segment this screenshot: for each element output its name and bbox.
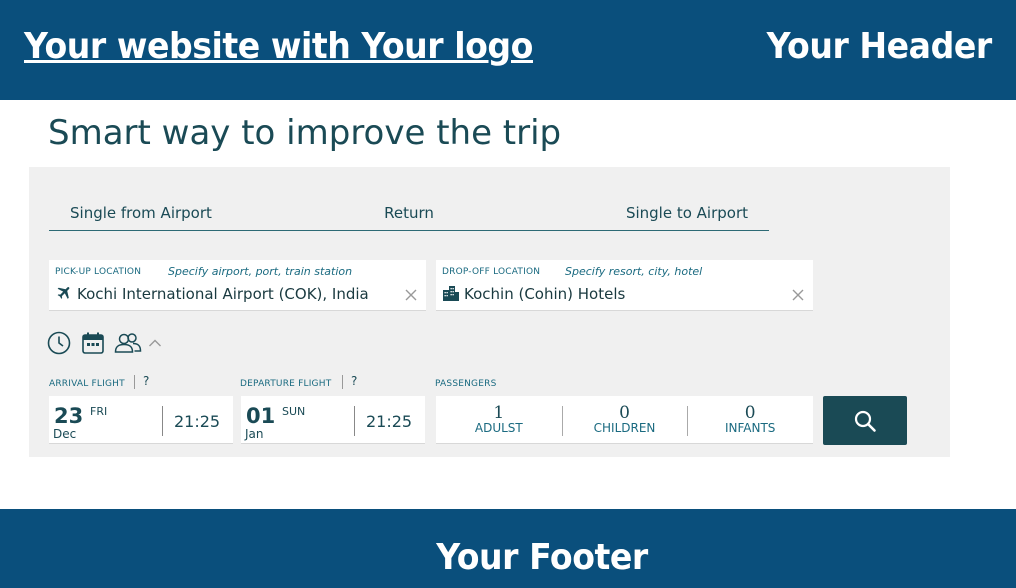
arrival-flight-label: ARRIVAL FLIGHT	[49, 379, 125, 389]
search-button[interactable]	[823, 396, 907, 445]
dropoff-label: DROP-OFF LOCATION	[442, 267, 541, 277]
footer-label: Your Footer	[436, 537, 648, 578]
pickup-clear-icon[interactable]	[404, 288, 418, 302]
tab-return[interactable]: Return	[296, 201, 522, 230]
departure-day: 01	[246, 404, 276, 428]
infants-selector[interactable]: 0 INFANTS	[687, 396, 813, 443]
plane-icon	[57, 287, 70, 299]
trip-type-tabs: Single from Airport Return Single to Air…	[49, 201, 769, 231]
tab-single-from-airport[interactable]: Single from Airport	[49, 201, 296, 230]
tab-single-to-airport[interactable]: Single to Airport	[522, 201, 769, 230]
arrival-date-field[interactable]: 23 FRI Dec 21:25	[49, 396, 233, 444]
hotel-icon	[443, 286, 459, 301]
dropoff-hint: Specify resort, city, hotel	[565, 265, 703, 278]
chevron-up-icon[interactable]	[148, 338, 162, 348]
infants-label: INFANTS	[724, 421, 776, 435]
departure-flight-label: DEPARTURE FLIGHT	[240, 379, 332, 389]
search-icon	[854, 410, 876, 432]
site-footer: Your Footer	[0, 509, 1016, 588]
pickup-location-field[interactable]: PICK-UP LOCATION Specify airport, port, …	[49, 260, 426, 311]
arrival-weekday: FRI	[90, 405, 108, 418]
pickup-value[interactable]: Kochi International Airport (COK), India	[77, 285, 369, 303]
pickup-hint: Specify airport, port, train station	[168, 265, 353, 278]
dropoff-location-field[interactable]: DROP-OFF LOCATION Specify resort, city, …	[436, 260, 813, 311]
passengers-icon[interactable]	[114, 331, 142, 355]
departure-date-field[interactable]: 01 SUN Jan 21:25	[241, 396, 425, 444]
header-label: Your Header	[766, 26, 993, 67]
departure-weekday: SUN	[282, 405, 306, 418]
children-selector[interactable]: 0 CHILDREN	[561, 396, 688, 443]
children-label: CHILDREN	[593, 421, 656, 435]
arrival-time[interactable]: 21:25	[174, 412, 220, 431]
adults-selector[interactable]: 1 ADULST	[436, 396, 562, 443]
site-logo-link[interactable]: Your website with Your logo	[24, 26, 533, 67]
page-title: Smart way to improve the trip	[48, 113, 562, 153]
arrival-day: 23	[54, 404, 84, 428]
passengers-field: 1 ADULST 0 CHILDREN 0 INFANTS	[436, 396, 813, 444]
infants-count: 0	[744, 403, 756, 423]
departure-time[interactable]: 21:25	[366, 412, 412, 431]
pickup-label: PICK-UP LOCATION	[55, 267, 142, 277]
dropoff-clear-icon[interactable]	[791, 288, 805, 302]
arrival-month: Dec	[53, 427, 77, 441]
departure-divider	[354, 406, 355, 436]
children-count: 0	[619, 403, 630, 423]
dropoff-value[interactable]: Kochin (Cohin) Hotels	[464, 285, 625, 303]
adults-label: ADULST	[474, 421, 523, 435]
departure-help-button[interactable]: ?	[351, 374, 357, 388]
clock-icon[interactable]	[47, 331, 71, 355]
calendar-icon[interactable]	[81, 331, 105, 355]
arrival-help-button[interactable]: ?	[143, 374, 149, 388]
site-header: Your website with Your logo Your Header	[0, 0, 1016, 100]
departure-month: Jan	[245, 427, 264, 441]
arrival-divider	[162, 406, 163, 436]
adults-count: 1	[493, 403, 505, 423]
passengers-label: PASSENGERS	[435, 379, 497, 389]
departure-help-divider	[342, 375, 343, 389]
arrival-help-divider	[134, 375, 135, 389]
booking-panel: Single from Airport Return Single to Air…	[29, 167, 950, 457]
